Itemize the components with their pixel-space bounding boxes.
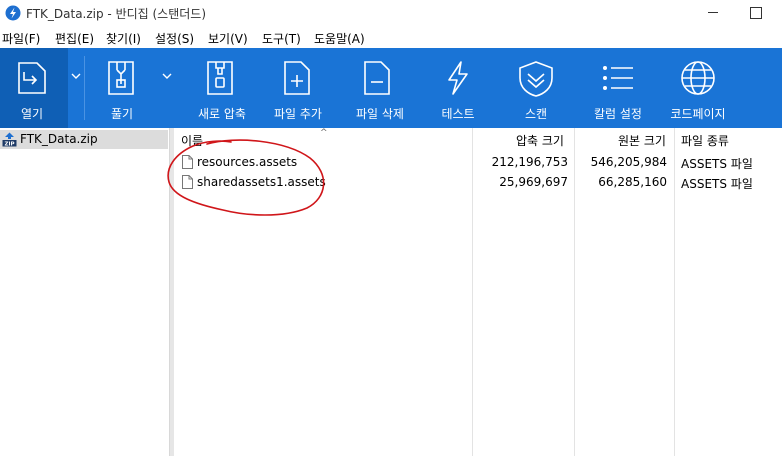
file-type: ASSETS 파일 [681, 177, 753, 191]
maximize-button[interactable] [736, 0, 780, 26]
new-archive-label: 새로 압축 [198, 107, 246, 121]
menu-find[interactable]: 찾기(I) [106, 30, 141, 47]
scan-button[interactable]: 스캔 [502, 48, 570, 128]
bandizip-app-icon [5, 5, 21, 21]
column-settings-label: 칼럼 설정 [594, 107, 642, 121]
minimize-button[interactable] [692, 0, 736, 26]
red-annotation-circle [167, 139, 325, 216]
open-label: 열기 [20, 107, 44, 121]
menu-bar: 파일(F) 편집(E) 찾기(I) 설정(S) 보기(V) 도구(T) 도움말(… [0, 28, 782, 48]
extract-button[interactable]: 풀기 [88, 48, 156, 128]
test-label: 테스트 [441, 107, 475, 121]
menu-file[interactable]: 파일(F) [2, 30, 40, 47]
delete-file-icon [364, 61, 390, 95]
title-bar: FTK_Data.zip - 반디집 (스탠더드) [0, 0, 782, 26]
zip-archive-icon: ZIP [2, 132, 17, 147]
lightning-test-icon [448, 61, 468, 95]
column-header-file-type[interactable]: 파일 종류 [681, 132, 729, 149]
column-header-original-size[interactable]: 원본 크기 [618, 132, 666, 149]
add-file-label: 파일 추가 [274, 107, 322, 121]
tree-item-archive-root[interactable]: ZIP FTK_Data.zip [0, 130, 168, 149]
tree-item-label: FTK_Data.zip [20, 132, 98, 146]
new-archive-button[interactable]: 새로 압축 [188, 48, 256, 128]
open-dropdown-chevron-down-icon[interactable] [70, 70, 82, 82]
delete-file-button[interactable]: 파일 삭제 [342, 48, 410, 128]
column-header-packed-size[interactable]: 압축 크기 [516, 132, 564, 149]
scan-label: 스캔 [524, 107, 548, 121]
annotation-stroke [167, 139, 325, 216]
svg-text:ZIP: ZIP [4, 142, 14, 147]
open-button[interactable]: 열기 [0, 48, 68, 128]
menu-help[interactable]: 도움말(A) [314, 30, 365, 47]
add-file-button[interactable]: 파일 추가 [264, 48, 332, 128]
window-title: FTK_Data.zip - 반디집 (스탠더드) [26, 7, 207, 21]
toolbar-separator [84, 56, 85, 120]
column-settings-icon [603, 66, 633, 90]
codepage-button[interactable]: 코드페이지 [662, 48, 734, 128]
file-type: ASSETS 파일 [681, 157, 753, 171]
extract-label: 풀기 [110, 107, 134, 121]
globe-codepage-icon [681, 61, 715, 95]
codepage-label: 코드페이지 [670, 107, 726, 121]
new-archive-icon [207, 61, 233, 95]
open-icon [18, 62, 46, 94]
toolbar: 열기 풀기 새로 압축 파일 추가 파일 삭제 테스트 스캔 칼럼 설정 코드페… [0, 48, 782, 128]
test-button[interactable]: 테스트 [424, 48, 492, 128]
delete-file-label: 파일 삭제 [356, 107, 404, 121]
shield-scan-icon [519, 61, 553, 97]
extract-icon [108, 61, 134, 95]
menu-edit[interactable]: 편집(E) [55, 30, 94, 47]
file-packed-size: 25,969,697 [499, 175, 568, 189]
file-original-size: 66,285,160 [598, 175, 667, 189]
menu-view[interactable]: 보기(V) [208, 30, 248, 47]
file-original-size: 546,205,984 [590, 155, 667, 169]
file-packed-size: 212,196,753 [491, 155, 568, 169]
menu-tools[interactable]: 도구(T) [262, 30, 301, 47]
column-settings-button[interactable]: 칼럼 설정 [584, 48, 652, 128]
extract-dropdown-chevron-down-icon[interactable] [161, 70, 173, 82]
menu-settings[interactable]: 설정(S) [155, 30, 194, 47]
folder-tree-pane[interactable]: ZIP FTK_Data.zip [0, 128, 170, 456]
add-file-icon [284, 61, 310, 95]
